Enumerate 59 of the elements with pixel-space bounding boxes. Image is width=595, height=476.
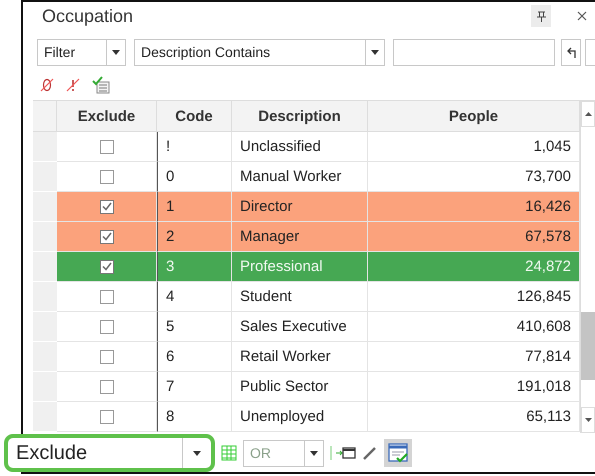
table-cell: 8 bbox=[157, 402, 232, 432]
checkbox[interactable] bbox=[100, 200, 114, 214]
insert-icon[interactable] bbox=[330, 445, 356, 461]
condition-dropdown[interactable]: Description Contains bbox=[134, 38, 385, 66]
mode-dropdown[interactable]: Exclude bbox=[4, 434, 215, 472]
checklist-icon[interactable] bbox=[92, 76, 110, 94]
column-header[interactable]: People bbox=[368, 101, 580, 132]
table-cell: Student bbox=[232, 282, 368, 312]
checkbox[interactable] bbox=[100, 380, 114, 394]
column-header[interactable]: Exclude bbox=[57, 101, 157, 132]
table-cell: 4 bbox=[157, 282, 232, 312]
apply-button[interactable] bbox=[384, 439, 412, 467]
grid-icon[interactable] bbox=[221, 445, 237, 461]
clear-exclamation-icon[interactable] bbox=[66, 78, 80, 92]
clear-zero-icon[interactable] bbox=[40, 78, 54, 92]
return-button[interactable] bbox=[561, 38, 582, 66]
table-cell: ! bbox=[157, 132, 232, 162]
return-arrow-icon bbox=[566, 46, 576, 58]
table-cell: Retail Worker bbox=[232, 342, 368, 372]
table-cell: 16,426 bbox=[368, 192, 580, 222]
scroll-up-icon[interactable] bbox=[584, 112, 592, 116]
table-cell: Director bbox=[232, 192, 368, 222]
table-cell: 1 bbox=[157, 192, 232, 222]
checkbox[interactable] bbox=[100, 410, 114, 424]
caret-icon bbox=[112, 50, 120, 55]
table-cell: 67,578 bbox=[368, 222, 580, 252]
table-cell: Public Sector bbox=[232, 372, 368, 402]
caret-icon bbox=[371, 50, 379, 55]
scroll-thumb[interactable] bbox=[581, 312, 595, 380]
table-cell: 3 bbox=[157, 252, 232, 282]
table-cell: 6 bbox=[157, 342, 232, 372]
table-cell: Sales Executive bbox=[232, 312, 368, 342]
checkbox[interactable] bbox=[100, 290, 114, 304]
table-cell: 7 bbox=[157, 372, 232, 402]
caret-icon bbox=[310, 450, 318, 456]
filter-dropdown[interactable]: Filter bbox=[37, 38, 126, 66]
pin-icon bbox=[536, 10, 546, 22]
caret-icon bbox=[193, 450, 201, 456]
checkbox[interactable] bbox=[100, 260, 114, 274]
checkbox[interactable] bbox=[100, 350, 114, 364]
checkbox[interactable] bbox=[100, 170, 114, 184]
table-cell: Manager bbox=[232, 222, 368, 252]
table-cell: Unclassified bbox=[232, 132, 368, 162]
checkbox[interactable] bbox=[100, 320, 114, 334]
scroll-down-icon[interactable] bbox=[584, 418, 592, 422]
column-header[interactable]: Description bbox=[232, 101, 368, 132]
table-cell: 24,872 bbox=[368, 252, 580, 282]
pencil-icon[interactable] bbox=[362, 445, 378, 461]
table-cell: 2 bbox=[157, 222, 232, 252]
panel-title: Occupation bbox=[42, 6, 134, 27]
table-cell: Professional bbox=[232, 252, 368, 282]
column-header[interactable]: Code bbox=[157, 101, 232, 132]
table-cell: 5 bbox=[157, 312, 232, 342]
scrollbar[interactable] bbox=[580, 101, 595, 433]
checkbox[interactable] bbox=[100, 230, 114, 244]
table-cell: Unemployed bbox=[232, 402, 368, 432]
pin-button[interactable] bbox=[531, 5, 551, 28]
search-field[interactable] bbox=[393, 38, 556, 66]
checkbox[interactable] bbox=[100, 140, 114, 154]
